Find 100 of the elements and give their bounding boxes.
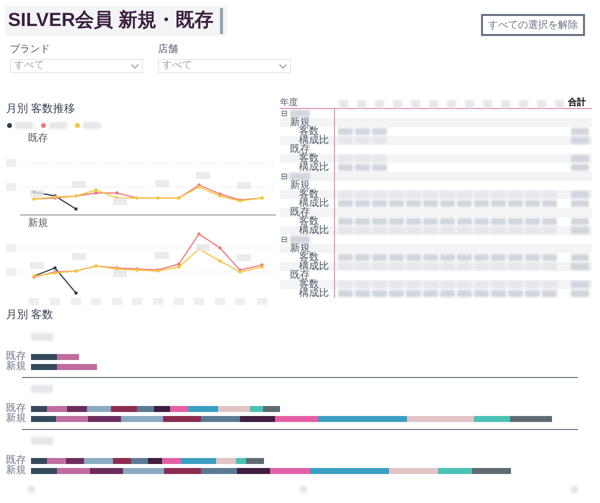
blurred-block <box>440 290 455 297</box>
blurred-block <box>440 281 455 288</box>
blurred-block <box>457 218 472 225</box>
blurred-block <box>355 290 370 297</box>
blurred-block <box>372 128 387 135</box>
blurred-block <box>508 254 523 261</box>
blurred-block <box>508 281 523 288</box>
blurred-block <box>355 227 370 234</box>
blurred-block <box>423 254 438 261</box>
title-accent-bar <box>220 8 222 34</box>
blurred-block <box>423 200 438 207</box>
blurred-block <box>423 263 438 270</box>
blurred-block <box>474 227 489 234</box>
clear-selections-button[interactable]: すべての選択を解除 <box>481 14 585 36</box>
bar-label: 新規 <box>6 466 27 476</box>
blurred-block <box>491 218 506 225</box>
blurred-block <box>491 200 506 207</box>
blurred-block <box>542 218 557 225</box>
row-header: 構成比 <box>299 136 329 145</box>
blurred-block <box>406 281 421 288</box>
blurred-block <box>338 155 353 162</box>
collapse-toggle[interactable]: ⊟ <box>281 109 288 118</box>
blurred-block <box>491 263 506 270</box>
blurred-block <box>508 290 523 297</box>
blurred-block <box>389 191 404 198</box>
blurred-block <box>372 200 387 207</box>
column-header: 年度 <box>280 97 299 108</box>
blurred-block <box>338 200 353 207</box>
blurred-block <box>457 254 472 261</box>
blurred-block <box>571 486 578 493</box>
blurred-block <box>338 227 353 234</box>
blurred-block <box>571 263 589 270</box>
blurred-block <box>571 155 589 162</box>
blurred-block <box>31 437 53 445</box>
blurred-block <box>440 191 455 198</box>
blurred-block <box>338 218 353 225</box>
blurred-block <box>440 227 455 234</box>
blurred-block <box>355 263 370 270</box>
blurred-block <box>491 254 506 261</box>
collapse-toggle[interactable]: ⊟ <box>281 172 288 181</box>
blurred-block <box>542 254 557 261</box>
chevron-down-icon <box>279 64 287 68</box>
blurred-block <box>440 263 455 270</box>
row-header: 客数 <box>299 154 319 163</box>
blurred-block <box>542 200 557 207</box>
blurred-block <box>338 263 353 270</box>
blurred-block <box>30 190 44 197</box>
blurred-block <box>457 281 472 288</box>
blurred-block <box>525 290 540 297</box>
blurred-block <box>474 263 489 270</box>
blurred-block <box>338 128 353 135</box>
blurred-block <box>406 263 421 270</box>
dashboard-title: SILVER会員 新規・既存 <box>8 8 214 33</box>
stacked-bar <box>31 364 97 370</box>
blurred-block <box>474 191 489 198</box>
blurred-block <box>338 137 353 144</box>
blurred-block <box>389 254 404 261</box>
row-header: 既存 <box>290 145 310 154</box>
blurred-block <box>372 137 387 144</box>
blurred-block <box>355 128 370 135</box>
blurred-block <box>542 263 557 270</box>
blurred-block <box>338 281 353 288</box>
blurred-block <box>525 227 540 234</box>
chart-title: 月別 客数 <box>6 309 54 321</box>
blurred-block <box>571 281 589 288</box>
blurred-block <box>355 137 370 144</box>
blurred-block <box>508 218 523 225</box>
blurred-block <box>31 333 53 341</box>
row-header: 新規 <box>290 244 310 253</box>
blurred-block <box>423 281 438 288</box>
collapse-toggle[interactable]: ⊟ <box>281 235 288 244</box>
column-header: 合計 <box>568 97 587 108</box>
blurred-block <box>423 218 438 225</box>
blurred-block <box>355 218 370 225</box>
bar-label: 新規 <box>6 414 27 424</box>
blurred-block <box>406 290 421 297</box>
blurred-block <box>338 191 353 198</box>
blurred-block <box>525 263 540 270</box>
filter-label: ブランド <box>10 44 51 56</box>
blurred-block <box>440 218 455 225</box>
blurred-block <box>508 227 523 234</box>
blurred-block <box>28 486 35 493</box>
blurred-block <box>491 191 506 198</box>
blurred-block <box>406 191 421 198</box>
blurred-block <box>31 385 53 393</box>
blurred-block <box>474 281 489 288</box>
blurred-block <box>542 281 557 288</box>
bar-label: 既存 <box>6 456 27 466</box>
blurred-block <box>440 200 455 207</box>
blurred-block <box>571 254 589 261</box>
blurred-block <box>525 254 540 261</box>
blurred-block <box>440 254 455 261</box>
bar-label: 既存 <box>6 352 27 362</box>
blurred-block <box>372 191 387 198</box>
blurred-block <box>290 173 310 180</box>
blurred-block <box>355 200 370 207</box>
row-header: 構成比 <box>299 289 329 298</box>
blurred-block <box>571 137 589 144</box>
blurred-block <box>406 200 421 207</box>
blurred-block <box>389 218 404 225</box>
